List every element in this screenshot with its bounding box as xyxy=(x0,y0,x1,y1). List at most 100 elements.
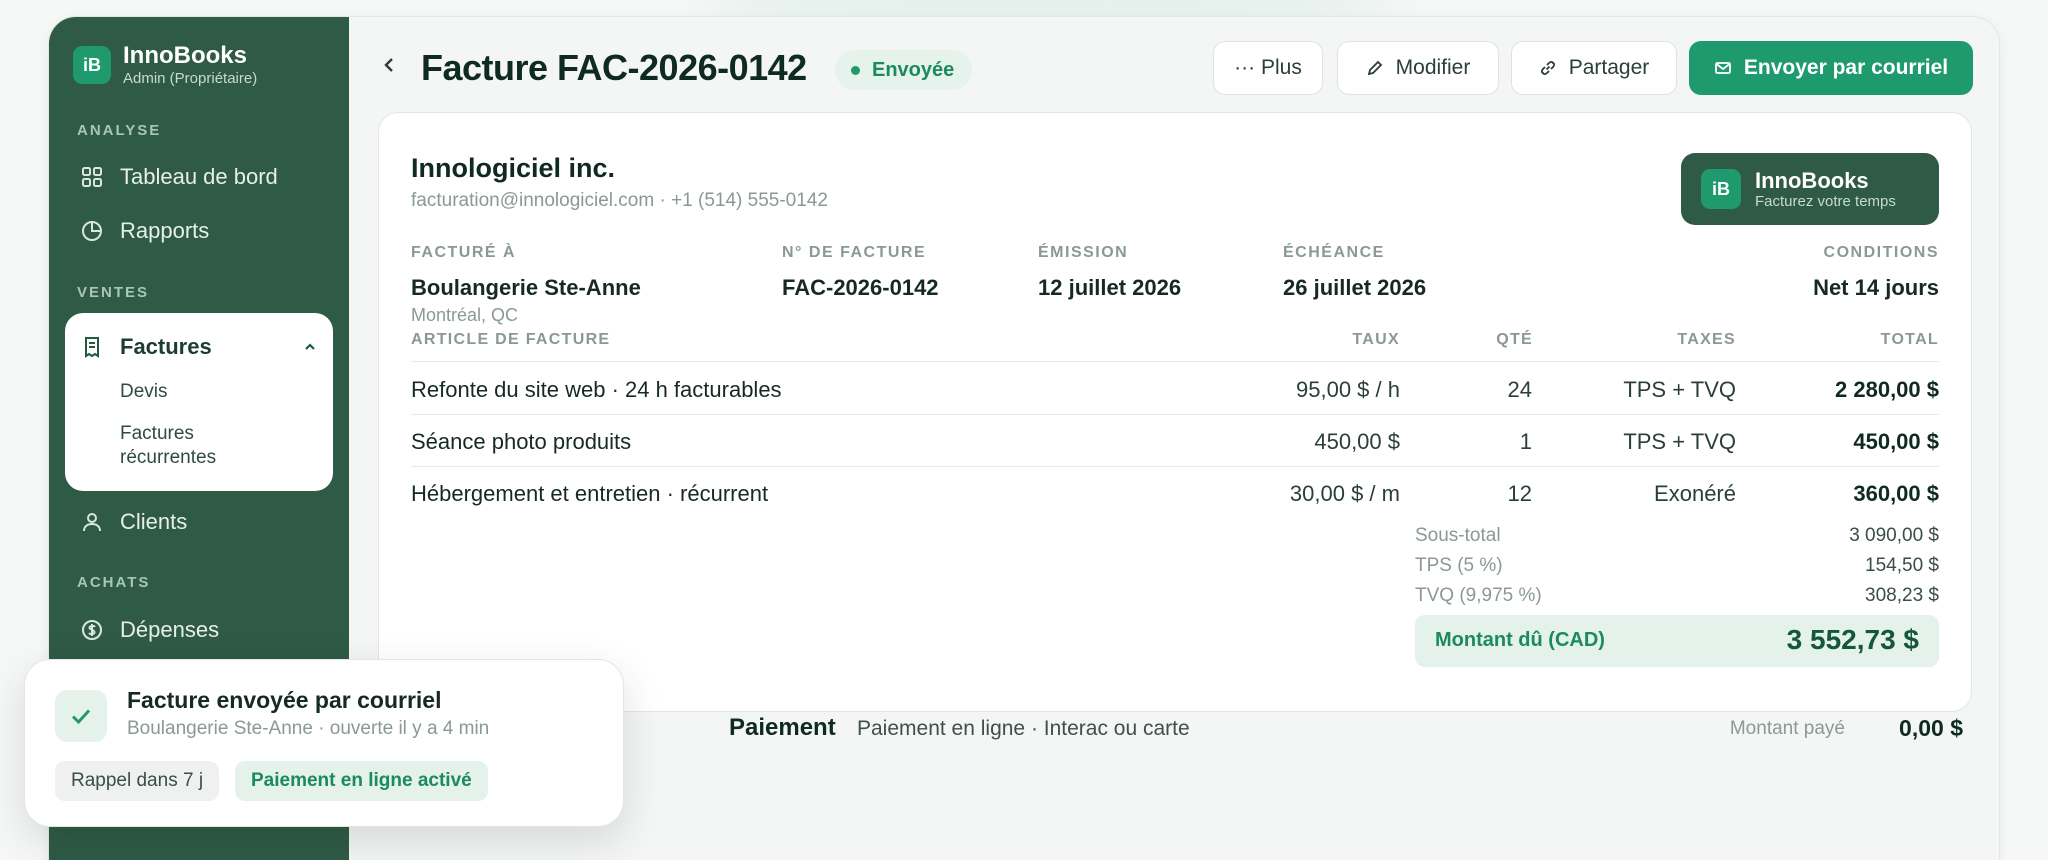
brand-logo-icon: iB xyxy=(1701,169,1741,209)
toast-title: Facture envoyée par courriel xyxy=(127,687,442,713)
qst-value: 308,23 $ xyxy=(1865,585,1939,606)
line-qty: 1 xyxy=(1519,429,1532,454)
line-qty: 12 xyxy=(1507,481,1532,506)
issued-label: ÉMISSION xyxy=(1038,244,1129,261)
terms-label: CONDITIONS xyxy=(1823,244,1939,261)
online-payment-chip[interactable]: Paiement en ligne activé xyxy=(235,761,488,801)
nav-section-achats: ACHATS xyxy=(77,574,151,591)
gst-label: TPS (5 %) xyxy=(1415,555,1503,576)
brand-name: InnoBooks xyxy=(123,42,247,69)
payment-title: Paiement xyxy=(729,714,836,741)
invoice-number-value: FAC-2026-0142 xyxy=(782,275,939,300)
send-email-button-label: Envoyer par courriel xyxy=(1743,56,1949,79)
toast-status xyxy=(55,690,107,742)
invoice-number-label: N° DE FACTURE xyxy=(782,244,927,261)
table-row: Séance photo produits 450,00 $ 1 TPS + T… xyxy=(411,415,1939,467)
brand-badge-tagline: Facturez votre temps xyxy=(1755,192,1896,210)
share-button-label: Partager xyxy=(1568,56,1650,79)
pie-chart-icon xyxy=(82,221,102,241)
amount-due-value: 3 552,73 $ xyxy=(1786,624,1919,655)
receipt-icon xyxy=(85,337,99,358)
nav-section-ventes: VENTES xyxy=(77,284,150,301)
status-dot-icon xyxy=(851,65,860,75)
subtotal-value: 3 090,00 $ xyxy=(1849,525,1939,546)
nav-section-analyse: ANALYSE xyxy=(77,122,162,139)
amount-paid-label: Montant payé xyxy=(1729,718,1845,739)
gst-value: 154,50 $ xyxy=(1865,555,1939,576)
line-description: Refonte du site web · 24 h facturables xyxy=(411,377,782,402)
sidebar-item-label: Tableau de bord xyxy=(120,164,278,189)
line-description: Hébergement et entretien · récurrent xyxy=(411,481,769,506)
sidebar-subitem-quotes[interactable]: Devis xyxy=(120,380,168,404)
more-button[interactable]: ··· Plus xyxy=(1213,41,1323,95)
line-tax: TPS + TVQ xyxy=(1623,429,1736,454)
sidebar-item-label: Factures xyxy=(120,334,212,359)
qst-label: TVQ (9,975 %) xyxy=(1415,585,1542,606)
table-row: Hébergement et entretien · récurrent 30,… xyxy=(411,467,1939,519)
grid-icon xyxy=(82,167,102,187)
brand-badge: iB InnoBooks Facturez votre temps xyxy=(1681,153,1939,225)
share-button[interactable]: Partager xyxy=(1511,41,1677,95)
issued-value: 12 juillet 2026 xyxy=(1038,275,1182,300)
due-date-value: 26 juillet 2026 xyxy=(1283,275,1427,300)
edit-button[interactable]: Modifier xyxy=(1337,41,1499,95)
brand-logo-icon: iB xyxy=(73,46,111,84)
line-description: Séance photo produits xyxy=(411,429,632,454)
column-header-rate: TAUX xyxy=(1352,331,1400,348)
brand: iB InnoBooks Admin (Propriétaire) xyxy=(73,43,257,87)
user-icon xyxy=(83,513,101,532)
invoice-card: Innologiciel inc. facturation@innologici… xyxy=(378,112,1972,712)
line-total: 450,00 $ xyxy=(1853,429,1939,454)
terms-value: Net 14 jours xyxy=(1813,275,1939,300)
line-rate: 30,00 $ / m xyxy=(1289,481,1400,506)
billed-to-value: Boulangerie Ste-Anne xyxy=(411,275,641,300)
chevron-up-icon[interactable] xyxy=(303,340,317,354)
brand-role: Admin (Propriétaire) xyxy=(123,70,258,87)
line-tax: Exonéré xyxy=(1654,481,1736,506)
line-total: 360,00 $ xyxy=(1853,481,1939,506)
column-header-total: TOTAL xyxy=(1880,331,1939,348)
amount-due-label: Montant dû (CAD) xyxy=(1435,629,1605,651)
sidebar-item-reports[interactable]: Rapports xyxy=(65,208,333,254)
send-email-button[interactable]: Envoyer par courriel xyxy=(1689,41,1973,95)
sidebar-item-clients[interactable]: Clients xyxy=(65,499,333,545)
reminder-chip[interactable]: Rappel dans 7 j xyxy=(55,761,220,801)
brand-badge-name: InnoBooks xyxy=(1755,167,1869,193)
back-button[interactable] xyxy=(377,53,401,77)
chevron-left-icon xyxy=(384,58,393,72)
line-total: 2 280,00 $ xyxy=(1835,377,1939,402)
mail-icon xyxy=(1714,62,1731,74)
company-contact: facturation@innologiciel.com · +1 (514) … xyxy=(411,190,828,211)
billed-to-city: Montréal, QC xyxy=(411,305,519,325)
status-label: Envoyée xyxy=(872,58,955,81)
subtotal-label: Sous-total xyxy=(1415,525,1501,546)
billed-to-label: FACTURÉ À xyxy=(411,244,517,261)
pencil-icon xyxy=(1367,60,1382,76)
amount-due-box: Montant dû (CAD) 3 552,73 $ xyxy=(1415,615,1939,667)
line-rate: 95,00 $ / h xyxy=(1296,377,1400,402)
sidebar-item-dashboard[interactable]: Tableau de bord xyxy=(65,154,333,200)
page-title: Facture FAC-2026-0142 xyxy=(421,47,807,88)
sidebar-item-expenses[interactable]: Dépenses xyxy=(65,607,333,653)
table-row: Refonte du site web · 24 h facturables 9… xyxy=(411,363,1939,415)
dollar-circle-icon xyxy=(82,620,102,640)
checkmark-icon xyxy=(71,709,91,725)
sidebar-item-invoices[interactable]: Factures xyxy=(65,327,333,367)
amount-paid-value: 0,00 $ xyxy=(1899,715,1963,741)
link-icon xyxy=(1540,60,1555,76)
status-badge: Envoyée xyxy=(835,50,973,90)
company-name: Innologiciel inc. xyxy=(411,153,616,183)
more-button-label: ··· Plus xyxy=(1234,56,1302,79)
line-qty: 24 xyxy=(1507,377,1532,402)
sidebar-subitem-recurring[interactable]: Factures récurrentes xyxy=(120,422,270,470)
line-tax: TPS + TVQ xyxy=(1623,377,1736,402)
column-header-tax: TAXES xyxy=(1677,331,1736,348)
due-date-label: ÉCHÉANCE xyxy=(1283,244,1385,261)
notification-toast: Facture envoyée par courriel Boulangerie… xyxy=(24,659,624,827)
sidebar-item-label: Rapports xyxy=(120,218,210,243)
sidebar-item-label: Clients xyxy=(120,509,188,534)
edit-button-label: Modifier xyxy=(1395,56,1471,79)
table-divider xyxy=(411,361,1939,362)
column-header-item: ARTICLE DE FACTURE xyxy=(411,331,611,348)
column-header-qty: QTÉ xyxy=(1496,331,1533,348)
